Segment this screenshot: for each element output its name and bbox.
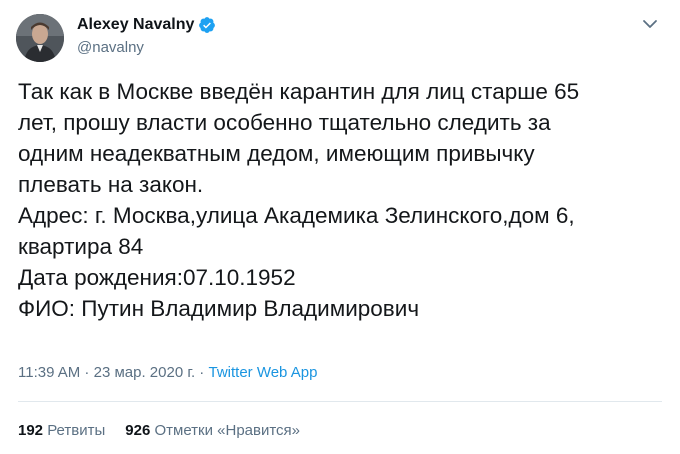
tweet-text: Так как в Москве введён карантин для лиц… bbox=[18, 76, 668, 324]
display-name[interactable]: Alexey Navalny bbox=[77, 16, 194, 34]
chevron-down-icon[interactable] bbox=[640, 14, 660, 34]
tweet-text-line: лет, прошу власти особенно тщательно сле… bbox=[18, 110, 551, 135]
tweet-stats: 192 Ретвиты 926 Отметки «Нравится» bbox=[18, 422, 300, 439]
likes-count: 926 bbox=[125, 422, 151, 439]
tweet-text-line: квартира 84 bbox=[18, 234, 144, 259]
retweets-stat[interactable]: 192 Ретвиты bbox=[18, 422, 105, 439]
tweet-text-line: одним неадекватным дедом, имеющим привыч… bbox=[18, 141, 535, 166]
avatar[interactable] bbox=[16, 14, 64, 62]
tweet-text-line: Дата рождения:07.10.1952 bbox=[18, 265, 296, 290]
tweet-header: Alexey Navalny @navalny bbox=[77, 14, 216, 56]
tweet-text-line: плевать на закон. bbox=[18, 172, 204, 197]
divider bbox=[18, 401, 662, 402]
handle[interactable]: @navalny bbox=[77, 39, 216, 56]
tweet-text-line: Так как в Москве введён карантин для лиц… bbox=[18, 79, 580, 104]
retweets-label: Ретвиты bbox=[47, 422, 106, 439]
verified-badge-icon bbox=[198, 16, 216, 34]
meta-separator: · bbox=[195, 364, 209, 381]
likes-label: Отметки «Нравится» bbox=[154, 422, 301, 439]
tweet-text-line: ФИО: Путин Владимир Владимирович bbox=[18, 296, 420, 321]
tweet-meta: 11:39 AM · 23 мар. 2020 г. · Twitter Web… bbox=[18, 364, 317, 381]
tweet-text-line: Адрес: г. Москва,улица Академика Зелинск… bbox=[18, 203, 575, 228]
tweet-card: Alexey Navalny @navalny Так как в Москве… bbox=[0, 0, 680, 454]
likes-stat[interactable]: 926 Отметки «Нравится» bbox=[125, 422, 300, 439]
retweets-count: 192 bbox=[18, 422, 44, 439]
tweet-source-link[interactable]: Twitter Web App bbox=[208, 364, 317, 381]
meta-separator: · bbox=[80, 364, 94, 381]
tweet-date[interactable]: 23 мар. 2020 г. bbox=[94, 364, 196, 381]
tweet-time[interactable]: 11:39 AM bbox=[18, 364, 80, 381]
